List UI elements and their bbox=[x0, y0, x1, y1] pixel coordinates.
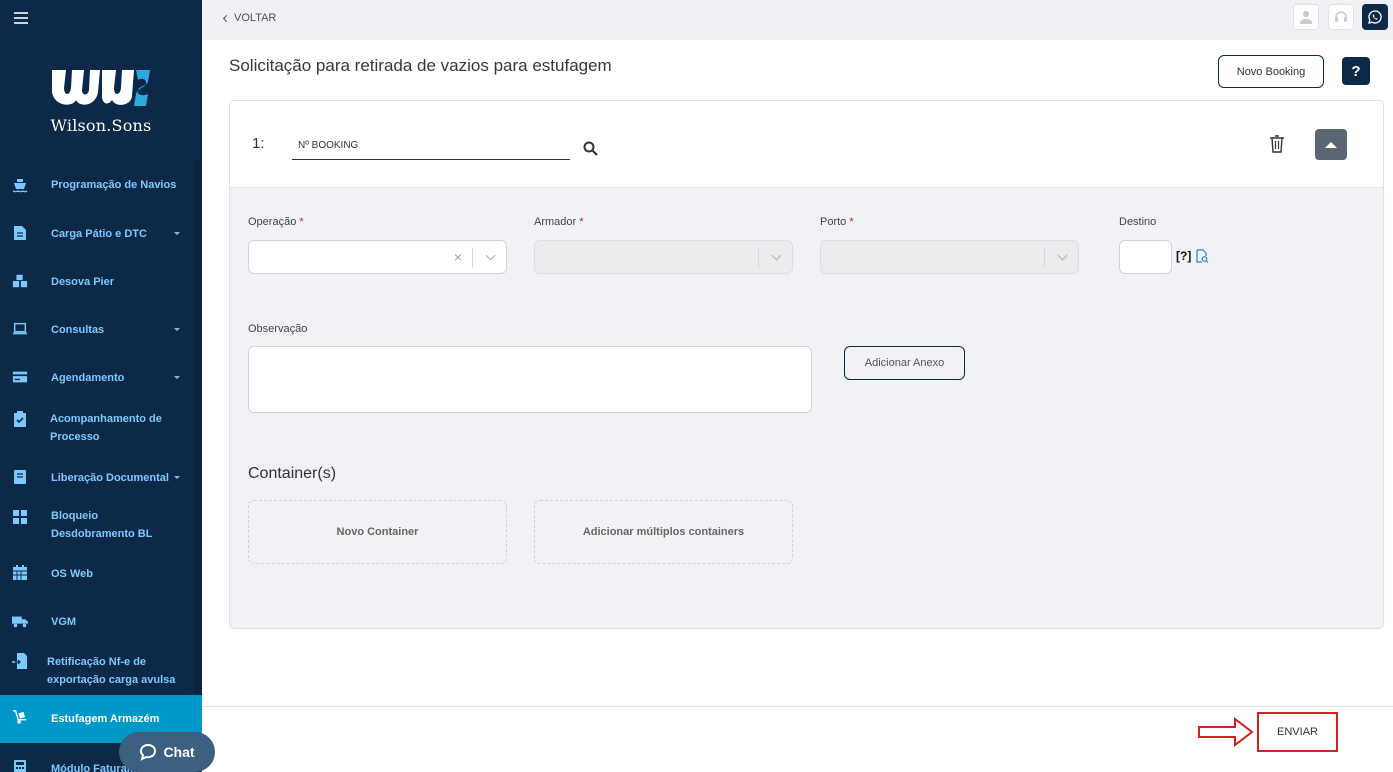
menu-toggle-icon[interactable] bbox=[14, 12, 28, 24]
porto-select[interactable] bbox=[820, 240, 1079, 274]
ship-icon bbox=[12, 177, 28, 193]
back-label: VOLTAR bbox=[234, 12, 277, 24]
observacao-label: Observação bbox=[248, 323, 308, 335]
arrow-right-icon bbox=[1197, 716, 1255, 753]
calendar-icon bbox=[12, 565, 28, 581]
operacao-select[interactable]: × bbox=[248, 240, 507, 274]
headset-icon bbox=[1335, 11, 1347, 22]
chevron-down-icon bbox=[174, 328, 180, 331]
sidebar-item-carga-patio-dtc[interactable]: Carga Pátio e DTC bbox=[0, 211, 193, 255]
sidebar-item-acompanhamento-processo[interactable]: Acompanhamento de Processo bbox=[0, 403, 193, 455]
document-icon bbox=[12, 225, 28, 241]
sidebar-item-consultas[interactable]: Consultas bbox=[0, 307, 193, 351]
trash-icon[interactable] bbox=[1269, 135, 1285, 158]
sidebar-item-retificacao-nfe[interactable]: Retificação Nf-e de exportação carga avu… bbox=[0, 647, 193, 695]
footer-divider bbox=[202, 706, 1393, 707]
booking-card-header: 1: bbox=[230, 101, 1383, 188]
clear-icon[interactable]: × bbox=[454, 250, 462, 264]
sidebar-scrollbar[interactable] bbox=[193, 160, 202, 720]
support-button[interactable] bbox=[1328, 4, 1354, 30]
observacao-textarea[interactable] bbox=[248, 346, 812, 413]
chat-bubble-icon bbox=[140, 743, 157, 761]
sidebar-item-os-web[interactable]: OS Web bbox=[0, 555, 193, 599]
sidebar: Wilson.Sons Programação de Navios Carga … bbox=[0, 0, 202, 772]
new-booking-button[interactable]: Novo Booking bbox=[1218, 55, 1324, 88]
brand-name: Wilson.Sons bbox=[50, 116, 152, 135]
back-link[interactable]: VOLTAR bbox=[222, 12, 277, 24]
card-icon bbox=[12, 369, 28, 385]
armador-label: Armador * bbox=[534, 216, 584, 228]
add-multiple-containers-button[interactable]: Adicionar múltiplos containers bbox=[534, 500, 793, 564]
booking-index: 1: bbox=[252, 135, 265, 152]
operacao-label: Operação * bbox=[248, 216, 304, 228]
calculator-icon bbox=[12, 759, 28, 772]
file-import-icon bbox=[12, 653, 28, 669]
sidebar-item-programacao-navios[interactable]: Programação de Navios bbox=[0, 163, 193, 207]
armador-select[interactable] bbox=[534, 240, 793, 274]
grid-icon bbox=[12, 509, 28, 525]
user-icon bbox=[1300, 11, 1312, 24]
chevron-down-icon bbox=[485, 250, 496, 261]
chevron-left-icon bbox=[222, 14, 231, 22]
chat-button[interactable]: Chat bbox=[119, 732, 215, 772]
booking-card: 1: Operação * Armador * Porto * Destino … bbox=[229, 100, 1384, 629]
destino-label: Destino bbox=[1119, 216, 1157, 228]
add-attachment-button[interactable]: Adicionar Anexo bbox=[844, 346, 965, 380]
clipboard-check-icon bbox=[12, 410, 28, 427]
porto-label: Porto * bbox=[820, 216, 854, 228]
new-container-button[interactable]: Novo Container bbox=[248, 500, 507, 564]
sidebar-item-liberacao-documental[interactable]: Liberação Documental bbox=[0, 459, 193, 503]
hand-truck-icon bbox=[12, 709, 28, 725]
help-button[interactable]: ? bbox=[1342, 57, 1370, 85]
chevron-down-icon bbox=[1057, 250, 1068, 261]
file-search-icon[interactable] bbox=[1196, 249, 1209, 268]
sidebar-item-bloqueio-desdobramento[interactable]: Bloqueio Desdobramento BL bbox=[0, 503, 193, 555]
boxes-icon bbox=[12, 273, 28, 289]
search-icon[interactable] bbox=[583, 141, 598, 161]
whatsapp-button[interactable] bbox=[1362, 4, 1388, 30]
destino-input[interactable] bbox=[1119, 240, 1172, 274]
laptop-icon bbox=[12, 321, 28, 337]
sidebar-item-vgm[interactable]: VGM bbox=[0, 601, 193, 645]
sidebar-item-agendamento[interactable]: Agendamento bbox=[0, 355, 193, 399]
destino-help-link[interactable]: [?] bbox=[1176, 249, 1191, 263]
booking-number-input[interactable] bbox=[292, 131, 570, 160]
page-title: Solicitação para retirada de vazios para… bbox=[229, 56, 612, 75]
top-bar: VOLTAR bbox=[202, 0, 1393, 40]
chevron-down-icon bbox=[771, 250, 782, 261]
submit-button[interactable]: ENVIAR bbox=[1257, 712, 1338, 752]
truck-icon bbox=[12, 613, 28, 629]
chat-label: Chat bbox=[163, 744, 195, 760]
brand-logo: Wilson.Sons bbox=[50, 66, 152, 135]
containers-section-title: Container(s) bbox=[248, 465, 337, 482]
collapse-button[interactable] bbox=[1315, 129, 1347, 160]
caret-up-icon bbox=[1325, 141, 1337, 148]
sidebar-item-desova-pier[interactable]: Desova Pier bbox=[0, 259, 193, 303]
chevron-down-icon bbox=[174, 232, 180, 235]
user-button[interactable] bbox=[1293, 4, 1319, 30]
book-icon bbox=[12, 469, 28, 485]
whatsapp-icon bbox=[1368, 10, 1382, 24]
chevron-down-icon bbox=[174, 376, 180, 379]
chevron-down-icon bbox=[174, 476, 180, 479]
